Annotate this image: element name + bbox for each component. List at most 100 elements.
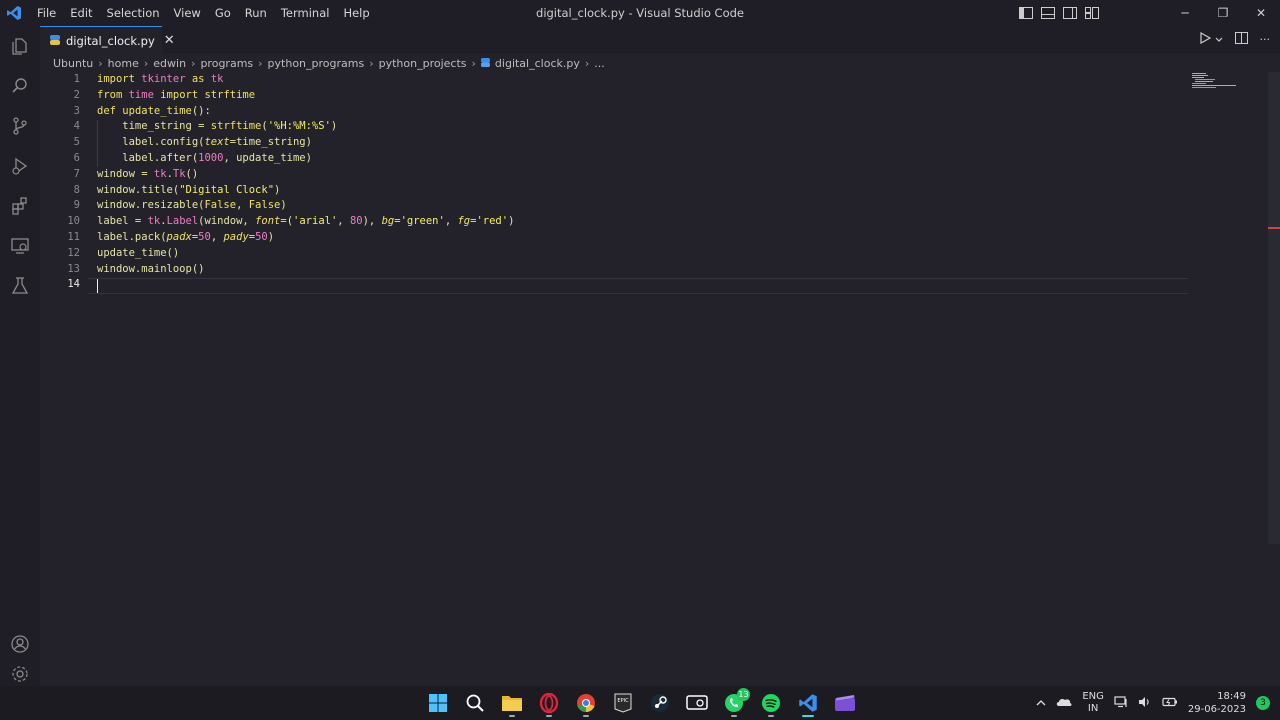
line-number: 12	[67, 246, 80, 259]
menu-view[interactable]: View	[167, 0, 208, 26]
chrome-browser-icon[interactable]	[572, 689, 600, 717]
line-number: 8	[73, 183, 80, 196]
remote-explorer-icon[interactable]	[0, 226, 40, 266]
more-actions-icon[interactable]: ···	[1260, 33, 1271, 46]
breadcrumb-symbols[interactable]: ...	[594, 57, 605, 70]
run-python-file-icon[interactable]	[1199, 31, 1211, 47]
breadcrumb-file[interactable]: digital_clock.py	[495, 57, 580, 70]
toggle-secondary-sidebar-icon[interactable]	[1062, 5, 1078, 21]
code-editor[interactable]: 1 2 3 4 5 6 7 8 9 10 11 12 13 14 import …	[40, 72, 1280, 686]
code-line-7: window = tk.Tk()	[97, 167, 199, 180]
run-debug-icon[interactable]	[0, 146, 40, 186]
notification-badge[interactable]: 3	[1256, 696, 1270, 710]
epic-games-icon[interactable]: EPIC	[609, 689, 637, 717]
restore-button[interactable]: ❐	[1204, 0, 1242, 26]
python-file-icon	[50, 34, 60, 48]
input-language-indicator[interactable]: ENG IN	[1082, 691, 1104, 715]
volume-icon[interactable]	[1138, 696, 1152, 711]
running-indicator	[546, 715, 552, 717]
breadcrumb-item[interactable]: Ubuntu	[53, 57, 93, 70]
menu-file[interactable]: File	[30, 0, 63, 26]
breadcrumb-separator-icon: ›	[584, 56, 590, 70]
window-controls: ─ ❐ ✕	[1166, 0, 1280, 26]
breadcrumb-separator-icon: ›	[191, 56, 196, 70]
tab-bar: digital_clock.py ✕ ···	[40, 26, 1280, 54]
search-icon[interactable]	[0, 66, 40, 106]
breadcrumb-item[interactable]: edwin	[153, 57, 186, 70]
toggle-primary-sidebar-icon[interactable]	[1018, 5, 1034, 21]
line-number: 5	[73, 136, 80, 149]
code-line-5: label.config(text=time_string)	[97, 136, 312, 149]
tab-digital-clock[interactable]: digital_clock.py ✕	[40, 26, 175, 54]
remote-desktop-icon[interactable]	[683, 689, 711, 717]
split-editor-icon[interactable]	[1234, 32, 1248, 47]
onedrive-cloud-icon[interactable]	[1056, 696, 1072, 710]
activity-bar	[0, 26, 40, 686]
source-control-icon[interactable]	[0, 106, 40, 146]
toggle-panel-icon[interactable]	[1040, 5, 1056, 21]
code-lines: import tkinter as tk from time import st…	[97, 72, 514, 293]
title-bar: File Edit Selection View Go Run Terminal…	[0, 0, 1280, 26]
line-number: 9	[73, 199, 80, 212]
breadcrumb-item[interactable]: python_programs	[268, 57, 365, 70]
whatsapp-unread-badge: 13	[737, 688, 750, 701]
accounts-icon[interactable]	[0, 624, 40, 664]
code-line-1: import tkinter as tk	[97, 73, 224, 85]
menu-selection[interactable]: Selection	[100, 0, 167, 26]
breadcrumb: Ubuntu › home › edwin › programs › pytho…	[40, 54, 605, 72]
testing-icon[interactable]	[0, 266, 40, 306]
file-explorer-icon[interactable]	[498, 689, 526, 717]
vertical-scrollbar[interactable]	[1268, 72, 1280, 544]
minimize-button[interactable]: ─	[1166, 0, 1204, 26]
clock[interactable]: 18:49 29-06-2023	[1188, 690, 1246, 716]
menu-bar: File Edit Selection View Go Run Terminal…	[30, 0, 377, 26]
line-number: 3	[73, 104, 80, 117]
explorer-icon[interactable]	[0, 26, 40, 66]
network-icon[interactable]	[1114, 695, 1128, 711]
breadcrumb-item[interactable]: python_projects	[379, 57, 467, 70]
breadcrumb-separator-icon: ›	[369, 56, 374, 70]
menu-terminal[interactable]: Terminal	[274, 0, 337, 26]
line-number: 11	[67, 230, 80, 243]
taskbar-search-icon[interactable]	[461, 689, 489, 717]
steam-icon[interactable]	[646, 689, 674, 717]
menu-edit[interactable]: Edit	[63, 0, 99, 26]
code-line-10: label = tk.Label(window, font=('arial', …	[97, 215, 515, 228]
vscode-taskbar-icon[interactable]	[794, 689, 822, 717]
code-line-12: update_time()	[97, 246, 180, 259]
line-number-gutter: 1 2 3 4 5 6 7 8 9 10 11 12 13 14	[40, 72, 80, 293]
editor-actions: ···	[1199, 31, 1271, 47]
settings-gear-icon[interactable]	[0, 664, 40, 686]
spotify-icon[interactable]	[757, 689, 785, 717]
vscode-logo-icon[interactable]	[0, 0, 28, 26]
whatsapp-icon[interactable]: 13	[720, 688, 750, 717]
clipchamp-icon[interactable]	[831, 689, 859, 717]
breadcrumb-item[interactable]: programs	[200, 57, 253, 70]
customize-layout-icon[interactable]	[1084, 5, 1100, 21]
line-number: 6	[73, 151, 80, 164]
running-indicator	[768, 715, 774, 717]
running-indicator	[583, 715, 589, 717]
menu-go[interactable]: Go	[208, 0, 238, 26]
opera-browser-icon[interactable]	[535, 689, 563, 717]
tab-close-icon[interactable]: ✕	[164, 33, 175, 48]
breadcrumb-item[interactable]: home	[108, 57, 139, 70]
clock-date: 29-06-2023	[1187, 704, 1246, 715]
start-button-icon[interactable]	[424, 689, 452, 717]
code-line-4: time_string = strftime('%H:%M:%S')	[97, 120, 338, 133]
show-hidden-icons-chevron-icon[interactable]	[1036, 696, 1046, 710]
battery-icon[interactable]	[1162, 696, 1178, 711]
menu-help[interactable]: Help	[336, 0, 376, 26]
close-window-button[interactable]: ✕	[1242, 0, 1280, 26]
menu-run[interactable]: Run	[238, 0, 274, 26]
extensions-icon[interactable]	[0, 186, 40, 226]
minimap[interactable]	[1192, 72, 1238, 92]
breadcrumb-separator-icon: ›	[143, 56, 149, 70]
language-code: ENG	[1082, 691, 1104, 702]
running-indicator	[509, 715, 515, 717]
line-number: 13	[67, 262, 80, 275]
line-number: 2	[73, 88, 80, 101]
run-options-chevron-icon[interactable]	[1215, 33, 1223, 47]
breadcrumb-separator-icon: ›	[471, 56, 476, 70]
